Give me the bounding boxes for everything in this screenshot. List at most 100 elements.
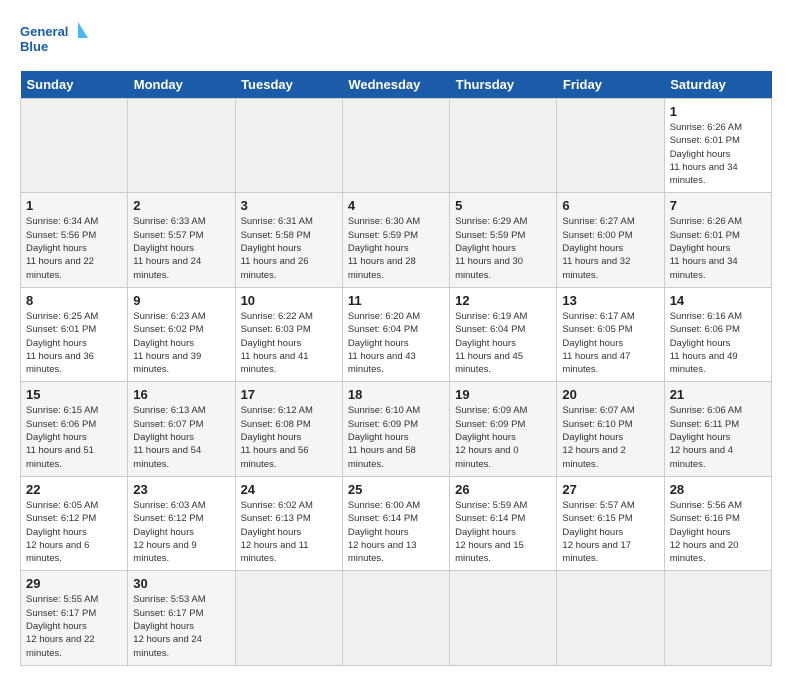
calendar-cell: 4 Sunrise: 6:30 AMSunset: 5:59 PMDaylight… [342,193,449,287]
calendar-cell: 16Sunrise: 6:13 AMSunset: 6:07 PMDayligh… [128,382,235,476]
day-number: 2 [133,198,229,213]
day-number: 28 [670,482,766,497]
calendar-cell: 8 Sunrise: 6:25 AMSunset: 6:01 PMDaylight… [21,287,128,381]
cell-info: Sunrise: 6:25 AMSunset: 6:01 PMDaylight … [26,310,122,376]
cell-info: Sunrise: 5:57 AMSunset: 6:15 PMDaylight … [562,499,658,565]
day-number: 24 [241,482,337,497]
col-header-saturday: Saturday [664,71,771,99]
cell-info: Sunrise: 6:22 AMSunset: 6:03 PMDaylight … [241,310,337,376]
cell-info: Sunrise: 6:16 AMSunset: 6:06 PMDaylight … [670,310,766,376]
day-number: 11 [348,293,444,308]
cell-info: Sunrise: 6:26 AMSunset: 6:01 PMDaylight … [670,215,766,281]
day-number: 9 [133,293,229,308]
day-number: 1 [26,198,122,213]
day-number: 6 [562,198,658,213]
calendar-cell: 17Sunrise: 6:12 AMSunset: 6:08 PMDayligh… [235,382,342,476]
calendar-table: SundayMondayTuesdayWednesdayThursdayFrid… [20,71,772,666]
calendar-cell: 26Sunrise: 5:59 AMSunset: 6:14 PMDayligh… [450,476,557,570]
col-header-sunday: Sunday [21,71,128,99]
cell-info: Sunrise: 6:23 AMSunset: 6:02 PMDaylight … [133,310,229,376]
calendar-cell: 24 Sunrise: 6:02 AMSunset: 6:13 PMDayligh… [235,476,342,570]
calendar-cell: 10 Sunrise: 6:22 AMSunset: 6:03 PMDayligh… [235,287,342,381]
cell-info: Sunrise: 6:06 AMSunset: 6:11 PMDaylight … [670,404,766,470]
cell-info: Sunrise: 6:00 AMSunset: 6:14 PMDaylight … [348,499,444,565]
cell-info: Sunrise: 6:05 AMSunset: 6:12 PMDaylight … [26,499,122,565]
day-number: 19 [455,387,551,402]
calendar-cell [557,99,664,193]
cell-info: Sunrise: 6:09 AMSunset: 6:09 PMDaylight … [455,404,551,470]
week-row-3: 8 Sunrise: 6:25 AMSunset: 6:01 PMDaylight… [21,287,772,381]
cell-info: Sunrise: 5:55 AMSunset: 6:17 PMDaylight … [26,593,122,659]
calendar-cell: 12 Sunrise: 6:19 AMSunset: 6:04 PMDayligh… [450,287,557,381]
col-header-monday: Monday [128,71,235,99]
cell-info: Sunrise: 6:29 AMSunset: 5:59 PMDaylight … [455,215,551,281]
week-row-5: 22 Sunrise: 6:05 AMSunset: 6:12 PMDayligh… [21,476,772,570]
day-number: 30 [133,576,229,591]
calendar-cell [557,571,664,665]
cell-info: Sunrise: 6:34 AMSunset: 5:56 PMDaylight … [26,215,122,281]
day-number: 4 [348,198,444,213]
logo-svg: General Blue [20,20,90,58]
col-header-wednesday: Wednesday [342,71,449,99]
day-number: 23 [133,482,229,497]
calendar-cell: 7 Sunrise: 6:26 AMSunset: 6:01 PMDaylight… [664,193,771,287]
cell-info: Sunrise: 6:17 AMSunset: 6:05 PMDaylight … [562,310,658,376]
day-number: 13 [562,293,658,308]
calendar-cell [664,571,771,665]
day-number: 16 [133,387,229,402]
calendar-cell: 28Sunrise: 5:56 AMSunset: 6:16 PMDayligh… [664,476,771,570]
calendar-cell: 1 Sunrise: 6:26 AMSunset: 6:01 PMDaylight… [664,99,771,193]
cell-info: Sunrise: 6:26 AMSunset: 6:01 PMDaylight … [670,121,766,187]
week-row-6: 29Sunrise: 5:55 AMSunset: 6:17 PMDayligh… [21,571,772,665]
calendar-cell [235,99,342,193]
cell-info: Sunrise: 5:59 AMSunset: 6:14 PMDaylight … [455,499,551,565]
day-number: 8 [26,293,122,308]
calendar-cell: 30Sunrise: 5:53 AMSunset: 6:17 PMDayligh… [128,571,235,665]
logo: General Blue [20,20,90,58]
col-header-friday: Friday [557,71,664,99]
cell-info: Sunrise: 6:19 AMSunset: 6:04 PMDaylight … [455,310,551,376]
calendar-cell: 20Sunrise: 6:07 AMSunset: 6:10 PMDayligh… [557,382,664,476]
day-number: 12 [455,293,551,308]
col-header-tuesday: Tuesday [235,71,342,99]
day-number: 7 [670,198,766,213]
cell-info: Sunrise: 6:30 AMSunset: 5:59 PMDaylight … [348,215,444,281]
calendar-cell: 19 Sunrise: 6:09 AMSunset: 6:09 PMDayligh… [450,382,557,476]
day-number: 10 [241,293,337,308]
cell-info: Sunrise: 6:03 AMSunset: 6:12 PMDaylight … [133,499,229,565]
calendar-cell [128,99,235,193]
calendar-cell: 27Sunrise: 5:57 AMSunset: 6:15 PMDayligh… [557,476,664,570]
cell-info: Sunrise: 6:07 AMSunset: 6:10 PMDaylight … [562,404,658,470]
calendar-cell: 21 Sunrise: 6:06 AMSunset: 6:11 PMDayligh… [664,382,771,476]
calendar-cell: 6 Sunrise: 6:27 AMSunset: 6:00 PMDaylight… [557,193,664,287]
day-number: 22 [26,482,122,497]
calendar-cell: 9 Sunrise: 6:23 AMSunset: 6:02 PMDaylight… [128,287,235,381]
day-number: 18 [348,387,444,402]
calendar-cell: 15 Sunrise: 6:15 AMSunset: 6:06 PMDayligh… [21,382,128,476]
calendar-cell: 5 Sunrise: 6:29 AMSunset: 5:59 PMDaylight… [450,193,557,287]
calendar-cell: 11Sunrise: 6:20 AMSunset: 6:04 PMDayligh… [342,287,449,381]
day-number: 15 [26,387,122,402]
day-number: 14 [670,293,766,308]
svg-text:General: General [20,24,68,39]
week-row-2: 1 Sunrise: 6:34 AMSunset: 5:56 PMDaylight… [21,193,772,287]
calendar-cell [450,99,557,193]
header-row: SundayMondayTuesdayWednesdayThursdayFrid… [21,71,772,99]
cell-info: Sunrise: 6:15 AMSunset: 6:06 PMDaylight … [26,404,122,470]
day-number: 21 [670,387,766,402]
calendar-cell [342,571,449,665]
day-number: 17 [241,387,337,402]
calendar-cell: 14 Sunrise: 6:16 AMSunset: 6:06 PMDayligh… [664,287,771,381]
calendar-cell [450,571,557,665]
cell-info: Sunrise: 6:02 AMSunset: 6:13 PMDaylight … [241,499,337,565]
week-row-1: 1 Sunrise: 6:26 AMSunset: 6:01 PMDaylight… [21,99,772,193]
cell-info: Sunrise: 6:27 AMSunset: 6:00 PMDaylight … [562,215,658,281]
calendar-cell: 18Sunrise: 6:10 AMSunset: 6:09 PMDayligh… [342,382,449,476]
calendar-cell [21,99,128,193]
cell-info: Sunrise: 6:33 AMSunset: 5:57 PMDaylight … [133,215,229,281]
calendar-cell: 25Sunrise: 6:00 AMSunset: 6:14 PMDayligh… [342,476,449,570]
calendar-cell: 29Sunrise: 5:55 AMSunset: 6:17 PMDayligh… [21,571,128,665]
day-number: 3 [241,198,337,213]
day-number: 5 [455,198,551,213]
day-number: 1 [670,104,766,119]
